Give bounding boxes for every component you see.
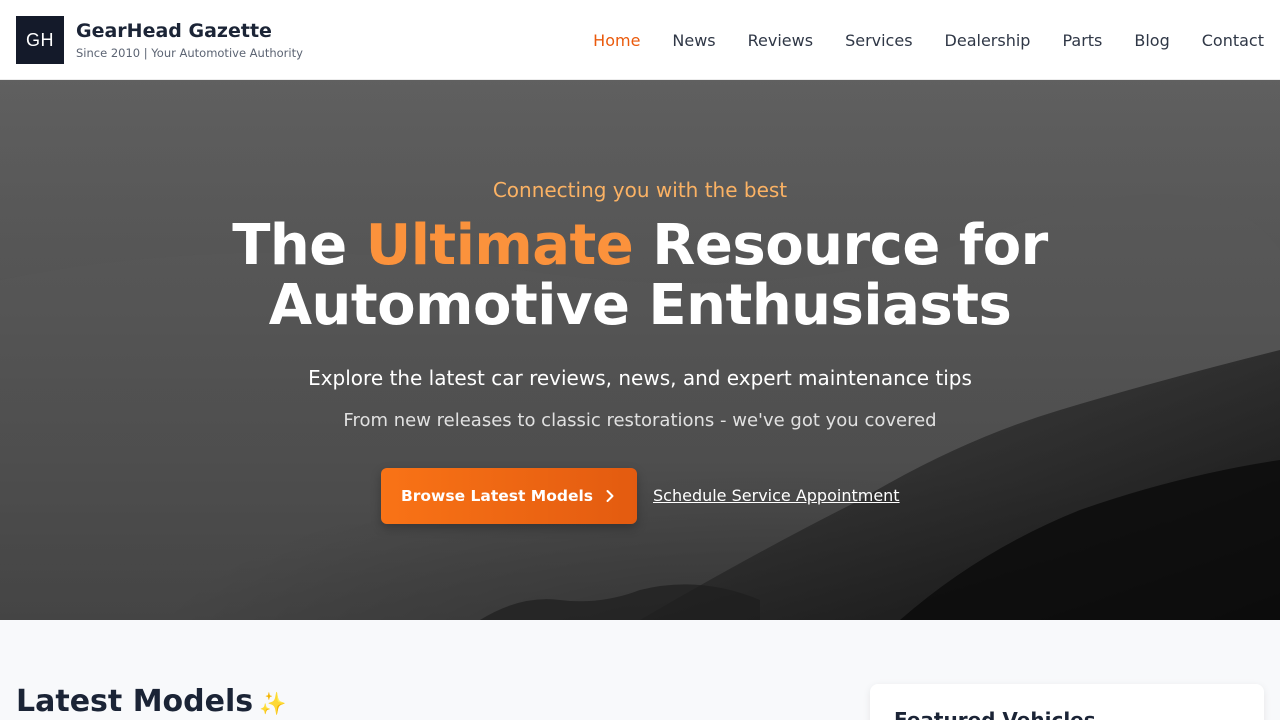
main-nav: Home News Reviews Services Dealership Pa… [561,0,1264,80]
site-header: GH GearHead Gazette Since 2010 | Your Au… [0,0,1280,80]
brand: GearHead Gazette Since 2010 | Your Autom… [76,19,303,61]
hero-kicker: Connecting you with the best [492,178,788,202]
nav-item-reviews[interactable]: Reviews [748,31,813,50]
nav-item-blog[interactable]: Blog [1134,31,1169,50]
latest-models-heading: Latest Models ✨ [16,682,287,720]
featured-vehicles-card: Featured Vehicles [870,684,1264,720]
hero-subtitle-secondary: From new releases to classic restoration… [343,410,937,431]
headline-highlight: Ultimate [365,213,634,278]
nav-item-home[interactable]: Home [593,31,640,50]
sparkles-icon: ✨ [259,692,287,717]
brand-tagline: Since 2010 | Your Automotive Authority [76,46,303,60]
cta-label: Browse Latest Models [400,487,594,505]
hero-content: Connecting you with the best The Ultimat… [0,80,1280,620]
hero-section: Connecting you with the best The Ultimat… [0,80,1280,620]
chevron-right-icon [606,490,614,502]
featured-vehicles-title: Featured Vehicles [894,708,1096,720]
schedule-service-link[interactable]: Schedule Service Appointment [653,484,900,508]
nav-item-contact[interactable]: Contact [1202,31,1264,50]
brand-name[interactable]: GearHead Gazette [76,19,303,43]
headline-line2: Automotive Enthusiasts [268,273,1012,338]
logo-text: GH [26,29,54,50]
hero-headline: The Ultimate Resource for Automotive Ent… [0,216,1280,336]
headline-part2: Resource for [633,213,1048,278]
hero-subtitle: Explore the latest car reviews, news, an… [308,366,972,390]
browse-latest-models-button[interactable]: Browse Latest Models [381,468,637,524]
nav-item-news[interactable]: News [672,31,715,50]
logo[interactable]: GH [16,16,64,64]
headline-part1: The [232,213,366,278]
nav-item-dealership[interactable]: Dealership [945,31,1031,50]
nav-item-parts[interactable]: Parts [1062,31,1102,50]
latest-models-title: Latest Models [16,684,254,719]
nav-item-services[interactable]: Services [845,31,912,50]
